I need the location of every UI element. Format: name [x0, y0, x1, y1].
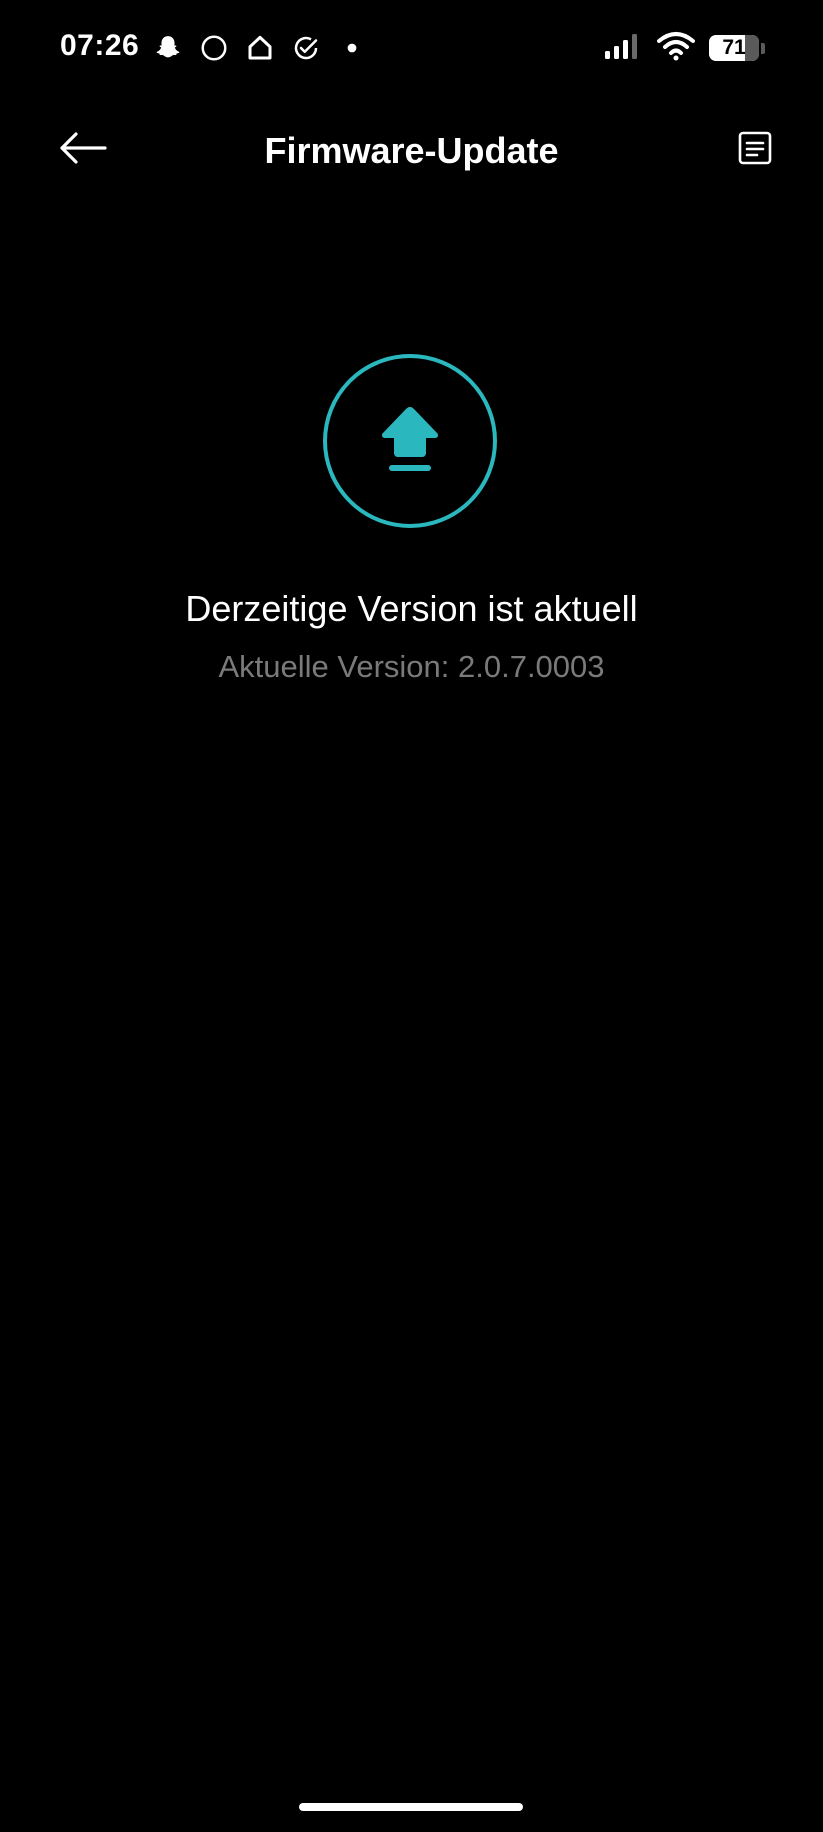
home-indicator[interactable] [299, 1803, 523, 1811]
app-bar: Firmware-Update [0, 110, 823, 190]
status-time: 07:26 [60, 29, 140, 62]
dot-icon [336, 32, 368, 64]
status-bar: 07:26 71 [0, 0, 823, 96]
update-log-button[interactable] [729, 124, 781, 176]
page-title: Firmware-Update [264, 130, 559, 171]
snapchat-icon [152, 32, 184, 64]
battery-tip [761, 42, 765, 54]
system-icons: 71 [603, 30, 765, 66]
wifi-icon [657, 31, 695, 66]
battery-empty-portion [744, 35, 759, 61]
current-version-text: Aktuelle Version: 2.0.7.0003 [218, 649, 605, 684]
home-icon [244, 32, 276, 64]
battery-level: 71 [722, 36, 746, 59]
upload-arrow-icon [377, 403, 443, 480]
firmware-status-graphic [323, 354, 497, 528]
battery-indicator: 71 [709, 35, 759, 61]
cellular-signal-icon [603, 31, 643, 66]
check-circle-icon [290, 32, 322, 64]
circle-icon [198, 32, 230, 64]
firmware-update-screen: 07:26 71 Firmware-Update Derzeitige Vers… [0, 0, 823, 1832]
notification-icons [152, 30, 368, 66]
document-list-icon [737, 130, 773, 171]
status-message: Derzeitige Version ist aktuell [185, 588, 638, 629]
